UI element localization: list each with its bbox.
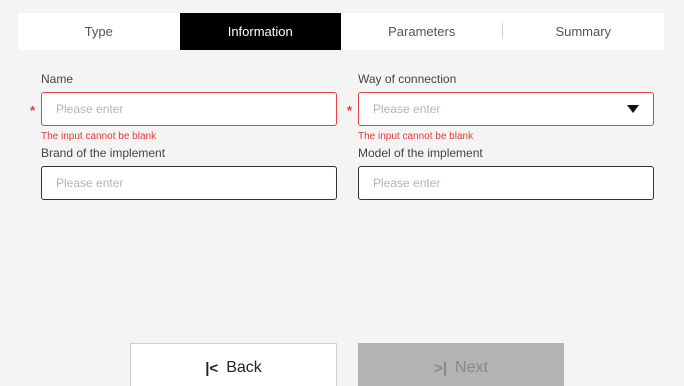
back-button-label: Back xyxy=(226,359,262,376)
connection-input[interactable] xyxy=(373,102,653,116)
connection-error: The input cannot be blank xyxy=(358,131,474,142)
name-input[interactable] xyxy=(56,102,336,116)
connection-dropdown[interactable] xyxy=(358,92,654,126)
tab-summary-label: Summary xyxy=(555,24,612,39)
brand-input[interactable] xyxy=(56,176,336,190)
name-label: Name xyxy=(41,72,74,86)
connection-required-mark: * xyxy=(347,103,353,118)
back-button[interactable]: |< Back xyxy=(130,343,337,386)
tab-parameters-label: Parameters xyxy=(388,24,456,39)
step-tabs: Type Information Parameters Summary xyxy=(18,13,664,50)
name-field[interactable] xyxy=(41,92,337,126)
caret-down-icon[interactable] xyxy=(627,105,639,113)
tab-information-label: Information xyxy=(227,24,293,39)
name-required-mark: * xyxy=(30,103,36,118)
model-field[interactable] xyxy=(358,166,654,200)
tab-parameters[interactable]: Parameters xyxy=(341,13,503,50)
brand-field[interactable] xyxy=(41,166,337,200)
tab-information[interactable]: Information xyxy=(179,13,341,50)
back-to-start-icon: |< xyxy=(205,359,219,377)
tab-type[interactable]: Type xyxy=(18,13,180,50)
connection-label: Way of connection xyxy=(358,72,457,86)
tab-type-label: Type xyxy=(84,24,113,39)
name-error: The input cannot be blank xyxy=(41,131,157,142)
tab-summary[interactable]: Summary xyxy=(503,13,665,50)
brand-label: Brand of the implement xyxy=(41,146,166,160)
model-input[interactable] xyxy=(373,176,653,190)
next-button[interactable]: >| Next xyxy=(358,343,564,386)
skip-to-end-icon: >| xyxy=(434,359,448,377)
next-button-label: Next xyxy=(455,359,488,376)
model-label: Model of the implement xyxy=(358,146,483,160)
